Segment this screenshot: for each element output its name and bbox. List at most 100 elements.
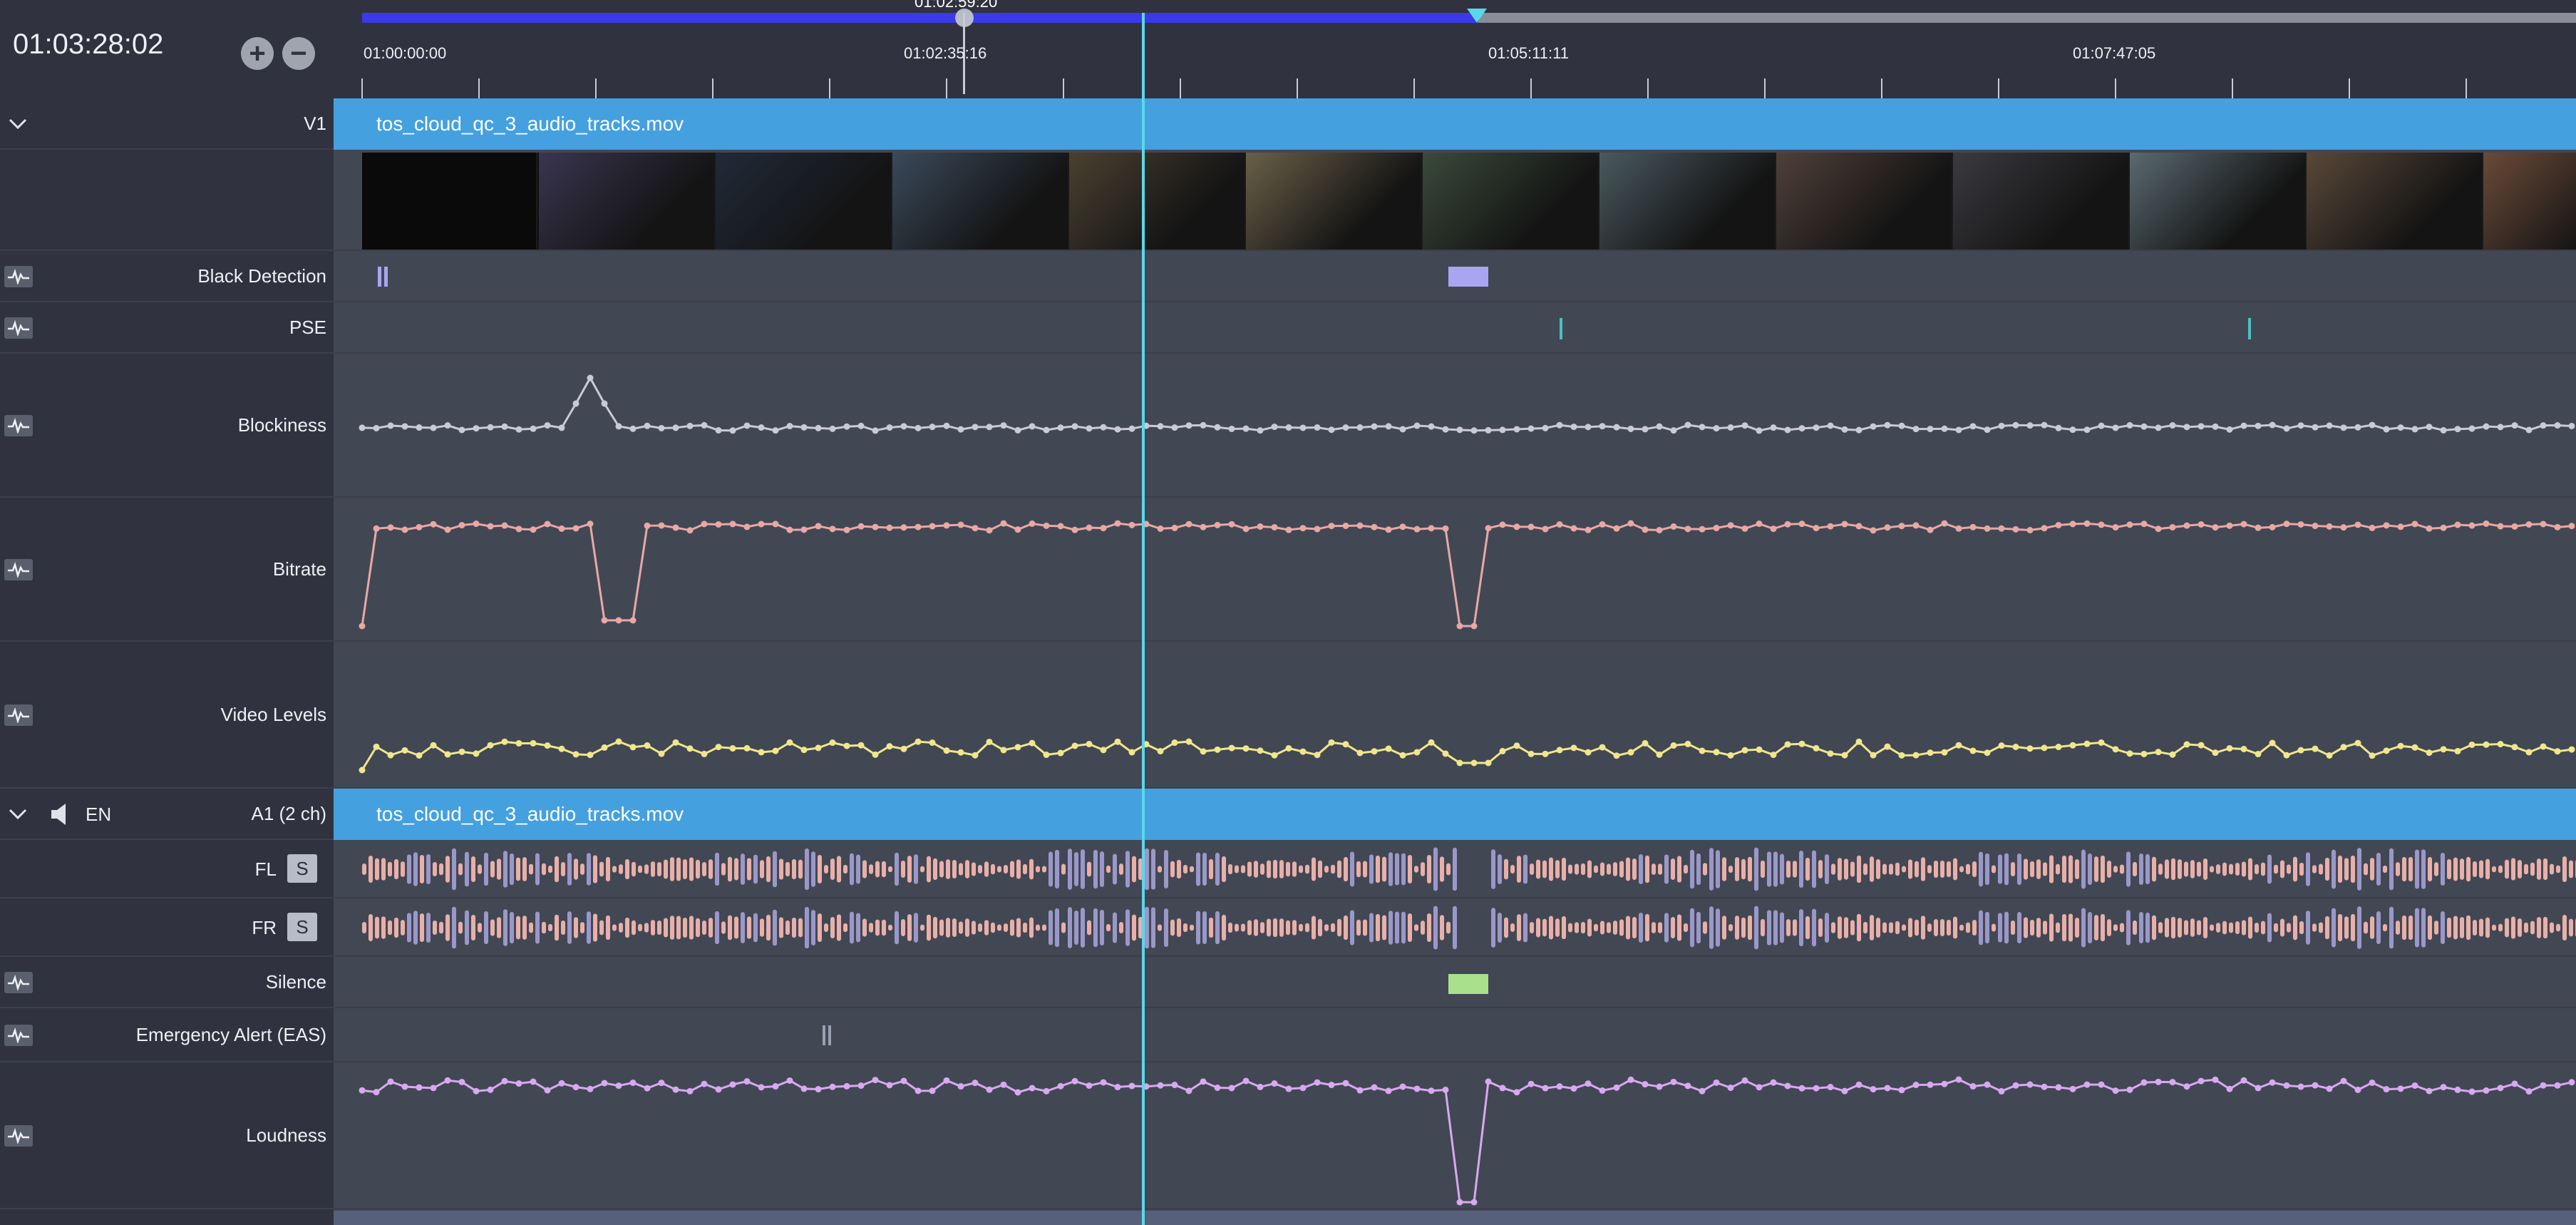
video-clip[interactable]: tos_cloud_qc_3_audio_tracks.mov bbox=[334, 98, 2576, 150]
graph-point bbox=[1385, 1087, 1392, 1095]
graph-point bbox=[1884, 743, 1891, 750]
speaker-icon[interactable] bbox=[50, 802, 71, 826]
solo-fr-button[interactable]: S bbox=[287, 913, 317, 941]
waveform-bar bbox=[1812, 850, 1816, 888]
pse-marker[interactable] bbox=[1560, 318, 1562, 339]
waveform-bar bbox=[1863, 863, 1867, 876]
waveform-bar bbox=[638, 923, 642, 932]
waveform-bar bbox=[920, 866, 924, 873]
pse-marker[interactable] bbox=[2248, 318, 2251, 339]
graph-point bbox=[1741, 1077, 1748, 1084]
solo-fl-button[interactable]: S bbox=[287, 854, 317, 883]
waveform-icon[interactable] bbox=[4, 415, 33, 436]
graph-point bbox=[1328, 739, 1335, 746]
waveform-bar bbox=[433, 921, 437, 935]
waveform-bar bbox=[2081, 908, 2086, 948]
graph-point bbox=[1656, 751, 1663, 758]
waveform-bar bbox=[1190, 866, 1194, 873]
waveform-bar bbox=[1549, 916, 1553, 940]
graph-point bbox=[2041, 525, 2048, 532]
waveform-icon[interactable] bbox=[4, 972, 33, 993]
timecode-display: 01:03:28:02 bbox=[13, 29, 164, 60]
waveform-bar bbox=[1318, 860, 1322, 878]
waveform-bar bbox=[2274, 923, 2278, 933]
graph-point bbox=[2112, 424, 2119, 431]
bitrate-label: Bitrate bbox=[272, 558, 326, 580]
graph-point bbox=[2012, 1082, 2019, 1089]
graph-point bbox=[758, 521, 765, 528]
waveform-icon[interactable] bbox=[4, 1025, 33, 1046]
waveform-bar bbox=[702, 921, 706, 935]
graph-point bbox=[1756, 746, 1763, 753]
waveform-bar bbox=[2562, 914, 2567, 941]
zoom-out-button[interactable]: − bbox=[282, 37, 315, 70]
waveform-icon[interactable] bbox=[4, 1125, 33, 1147]
waveform-bar bbox=[1318, 918, 1322, 937]
waveform-bar bbox=[1979, 851, 1983, 887]
black-detection-marker[interactable] bbox=[1448, 267, 1488, 287]
graph-point bbox=[2098, 739, 2105, 746]
graph-point bbox=[2183, 522, 2190, 529]
graph-point bbox=[587, 521, 594, 528]
waveform-bar bbox=[2543, 916, 2547, 939]
waveform-bar bbox=[2498, 923, 2503, 932]
waveform-bar bbox=[1036, 924, 1040, 931]
graph-point bbox=[2269, 739, 2276, 747]
waveform-bar bbox=[1241, 865, 1245, 873]
eas-marker[interactable] bbox=[823, 1025, 825, 1045]
graph-point bbox=[786, 1077, 793, 1084]
graph-point bbox=[1086, 425, 1093, 432]
black-detection-marker[interactable] bbox=[384, 267, 388, 287]
graph-point bbox=[2483, 520, 2490, 527]
graph-point bbox=[1328, 426, 1335, 434]
graph-point bbox=[1656, 423, 1663, 430]
waveform-bar bbox=[2293, 915, 2297, 940]
waveform-icon[interactable] bbox=[4, 266, 33, 287]
graph-point bbox=[2554, 1082, 2561, 1089]
graph-point bbox=[572, 751, 579, 758]
waveform-bar bbox=[2402, 856, 2406, 882]
video-track-header[interactable]: V1 bbox=[0, 98, 334, 150]
black-detection-marker[interactable] bbox=[378, 267, 381, 287]
audio-track-header[interactable]: EN A1 (2 ch) bbox=[0, 789, 334, 840]
graph-point bbox=[800, 747, 808, 754]
waveform-bar bbox=[856, 913, 860, 943]
silence-marker[interactable] bbox=[1448, 974, 1488, 994]
waveform-bar bbox=[1741, 917, 1746, 938]
waveform-bar bbox=[2178, 918, 2182, 938]
waveform-icon[interactable] bbox=[4, 559, 33, 580]
graph-point bbox=[1029, 520, 1036, 527]
waveform-bar bbox=[2325, 857, 2329, 881]
audio-clip[interactable]: tos_cloud_qc_3_audio_tracks.mov bbox=[334, 789, 2576, 840]
waveform-bar bbox=[574, 858, 578, 880]
waveform-bar bbox=[1119, 863, 1123, 875]
graph-point bbox=[1784, 1082, 1791, 1090]
playhead-line[interactable] bbox=[1142, 13, 1145, 1225]
chevron-down-icon[interactable] bbox=[7, 117, 29, 131]
waveform-bar bbox=[1549, 857, 1553, 881]
graph-point bbox=[1428, 1087, 1435, 1095]
graph-point bbox=[1955, 1076, 1962, 1083]
graph-point bbox=[900, 423, 907, 430]
waveform-bar bbox=[2537, 917, 2541, 938]
zoom-in-button[interactable]: + bbox=[241, 37, 274, 70]
eas-marker[interactable] bbox=[828, 1025, 831, 1045]
eas-label: Emergency Alert (EAS) bbox=[135, 1023, 326, 1045]
waveform-bar bbox=[1312, 916, 1316, 940]
graph-point bbox=[1770, 1079, 1777, 1086]
graph-point bbox=[743, 744, 751, 752]
waveform-bar bbox=[1427, 855, 1431, 883]
chevron-down-icon[interactable] bbox=[7, 807, 29, 821]
waveform-icon[interactable] bbox=[4, 317, 33, 339]
graph-point bbox=[1898, 752, 1905, 759]
graph-point bbox=[986, 424, 993, 431]
waveform-icon[interactable] bbox=[4, 704, 33, 726]
graph-point bbox=[1456, 622, 1463, 630]
graph-point bbox=[1513, 742, 1520, 749]
graph-point bbox=[1285, 424, 1292, 431]
waveform-bar bbox=[1761, 860, 1765, 878]
waveform-bar bbox=[1247, 861, 1252, 877]
timeline-ruler[interactable]: 01:02:59:20 01:00:00:00 01:02:35:16 01:0… bbox=[334, 0, 2576, 98]
timeline-tracks[interactable]: tos_cloud_qc_3_audio_tracks.mov tos_clou… bbox=[334, 98, 2576, 1225]
waveform-bar bbox=[1831, 863, 1835, 875]
